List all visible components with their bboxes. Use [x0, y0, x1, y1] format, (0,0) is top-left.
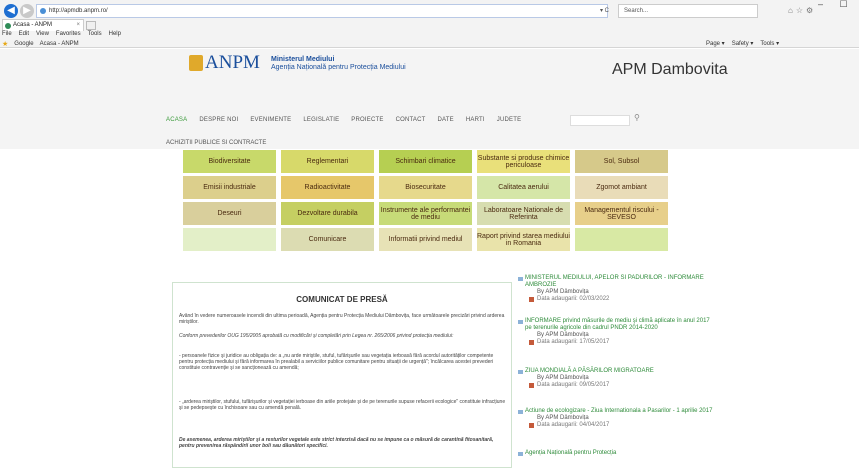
nav-judete[interactable]: JUDETE [497, 117, 522, 123]
browser-search-input[interactable]: Search... [618, 4, 758, 18]
nav-contact[interactable]: CONTACT [396, 117, 426, 123]
close-tab-icon[interactable]: × [76, 20, 80, 31]
romania-crest-icon [189, 55, 203, 71]
news-item[interactable]: MINISTERUL MEDIULUI, APELOR SI PADURILOR… [517, 275, 717, 303]
press-intro: Având în vedere numeroasele incendii din… [179, 313, 505, 325]
press-title: COMUNICAT DE PRESĂ [296, 295, 388, 304]
menu-tools[interactable]: Tools [88, 31, 102, 37]
web-page: ANPM Ministerul Mediului Agenția Naționa… [0, 49, 859, 468]
tab-favicon [5, 23, 11, 29]
topic-tile[interactable]: Reglementari [281, 150, 374, 173]
menu-view[interactable]: View [36, 31, 49, 37]
window-controls[interactable]: – ☐ [818, 0, 855, 10]
news-author: By APM Dâmbovița [537, 415, 589, 421]
topic-tile[interactable]: Deseuri [183, 202, 276, 225]
tab-title: Acasa - ANPM [13, 22, 53, 28]
topic-tile[interactable]: Dezvoltare durabila [281, 202, 374, 225]
news-title[interactable]: Agenția Națională pentru Protecția [517, 450, 717, 457]
topic-tile[interactable]: Comunicare [281, 228, 374, 251]
nav-harti[interactable]: HARTI [466, 117, 485, 123]
command-tools[interactable]: Tools ▾ [760, 40, 779, 47]
favorite-acasa[interactable]: Acasa - ANPM [40, 41, 79, 47]
press-note: De asemenea, arderea miriştilor şi a res… [179, 437, 494, 449]
favorites-star-icon[interactable]: ★ [2, 40, 8, 48]
address-text: http://apmdb.anpm.ro/ [49, 8, 108, 14]
menu-favorites[interactable]: Favorites [56, 31, 81, 37]
site-search-input[interactable] [570, 115, 630, 126]
press-release: COMUNICAT DE PRESĂ Având în vedere numer… [172, 282, 512, 468]
nav-evenimente[interactable]: EVENIMENTE [250, 117, 291, 123]
main-nav: ACASA DESPRE NOI EVENIMENTE LEGISLATIE P… [166, 117, 521, 123]
site-icon [40, 8, 46, 14]
topic-tile[interactable] [575, 228, 668, 251]
press-point-2: - „arderea miriştilor, stufului, tufăriş… [179, 399, 506, 411]
site-header [0, 49, 859, 149]
anpm-logo[interactable]: ANPM [205, 52, 260, 74]
nav-despre-noi[interactable]: DESPRE NOI [199, 117, 238, 123]
topic-tile[interactable]: Zgomot ambiant [575, 176, 668, 199]
news-title[interactable]: ZIUA MONDIALĂ A PĂSĂRILOR MIGRATOARE [517, 368, 717, 375]
ministry-name: Ministerul Mediului [271, 56, 335, 63]
news-item[interactable]: Actiune de ecologizare - Ziua Internatio… [517, 408, 717, 429]
topic-tile[interactable]: Biosecuritate [379, 176, 472, 199]
topic-tile[interactable]: Emisii industriale [183, 176, 276, 199]
topic-tile[interactable]: Biodiversitate [183, 150, 276, 173]
nav-proiecte[interactable]: PROIECTE [351, 117, 383, 123]
topic-tile[interactable]: Instrumente ale performantei de mediu [379, 202, 472, 225]
news-title[interactable]: Actiune de ecologizare - Ziua Internatio… [517, 408, 717, 415]
topic-tile[interactable]: Radioactivitate [281, 176, 374, 199]
agency-name: Agenția Națională pentru Protecția Mediu… [271, 64, 406, 71]
topic-tile[interactable]: Laboratoare Nationale de Referinta [477, 202, 570, 225]
nav-date[interactable]: DATE [438, 117, 454, 123]
menu-edit[interactable]: Edit [19, 31, 29, 37]
topic-tile[interactable]: Schimbari climatice [379, 150, 472, 173]
command-page[interactable]: Page ▾ [706, 40, 725, 47]
topic-tile[interactable]: Substante si produse chimice periculoase [477, 150, 570, 173]
news-date: Data adaugarii: 04/04/2017 [517, 422, 717, 429]
press-law: Conform prevederilor OUG 195/2005 aproba… [179, 333, 454, 339]
news-item[interactable]: ZIUA MONDIALĂ A PĂSĂRILOR MIGRATOARE By … [517, 368, 717, 389]
press-point-1: - persoanele fizice şi juridice au oblig… [179, 353, 494, 371]
menu-file[interactable]: File [2, 31, 12, 37]
topic-tile[interactable] [183, 228, 276, 251]
address-bar[interactable]: http://apmdb.anpm.ro/ [36, 4, 608, 18]
news-title[interactable]: INFORMARE privind măsurile de mediu şi c… [517, 318, 717, 332]
favorite-google[interactable]: Google [14, 41, 33, 47]
browser-chrome: ◀ ▶ http://apmdb.anpm.ro/ ▾ C Search... … [0, 0, 859, 48]
topic-tile[interactable]: Informatii privind mediul [379, 228, 472, 251]
site-title: APM Dambovita [612, 61, 728, 78]
news-author: By APM Dâmbovița [537, 332, 589, 338]
back-button[interactable]: ◀ [4, 4, 18, 18]
news-author: By APM Dâmbovița [537, 375, 589, 381]
topic-tile[interactable]: Managementul riscului - SEVESO [575, 202, 668, 225]
address-controls[interactable]: ▾ C [600, 4, 609, 18]
news-author: By APM Dâmbovița [537, 289, 589, 295]
news-item[interactable]: Agenția Națională pentru Protecția [517, 450, 717, 457]
topic-tile[interactable]: Calitatea aerului [477, 176, 570, 199]
search-icon[interactable]: ⚲ [634, 113, 640, 122]
nav-acasa[interactable]: ACASA [166, 117, 187, 123]
command-bar: Page ▾ Safety ▾ Tools ▾ [706, 40, 779, 47]
forward-button[interactable]: ▶ [20, 4, 34, 18]
nav-achizitii[interactable]: ACHIZITII PUBLICE SI CONTRACTE [166, 140, 266, 146]
favorites-bar: ★ Google Acasa - ANPM [2, 40, 79, 48]
news-date: Data adaugarii: 17/05/2017 [517, 339, 717, 346]
news-date: Data adaugarii: 09/05/2017 [517, 382, 717, 389]
new-tab-button[interactable] [86, 21, 96, 30]
topic-tile[interactable]: Sol, Subsol [575, 150, 668, 173]
news-item[interactable]: INFORMARE privind măsurile de mediu şi c… [517, 318, 717, 346]
menu-help[interactable]: Help [109, 31, 121, 37]
topic-tile[interactable]: Raport privind starea mediului in Romani… [477, 228, 570, 251]
nav-legislatie[interactable]: LEGISLATIE [303, 117, 339, 123]
news-title[interactable]: MINISTERUL MEDIULUI, APELOR SI PADURILOR… [517, 275, 717, 289]
browser-tab[interactable]: Acasa - ANPM × [2, 19, 84, 31]
toolbar-icons[interactable]: ⌂☆⚙ [788, 6, 816, 15]
menu-bar: File Edit View Favorites Tools Help [2, 31, 121, 37]
news-date: Data adaugarii: 02/03/2022 [517, 296, 717, 303]
command-safety[interactable]: Safety ▾ [732, 40, 754, 47]
